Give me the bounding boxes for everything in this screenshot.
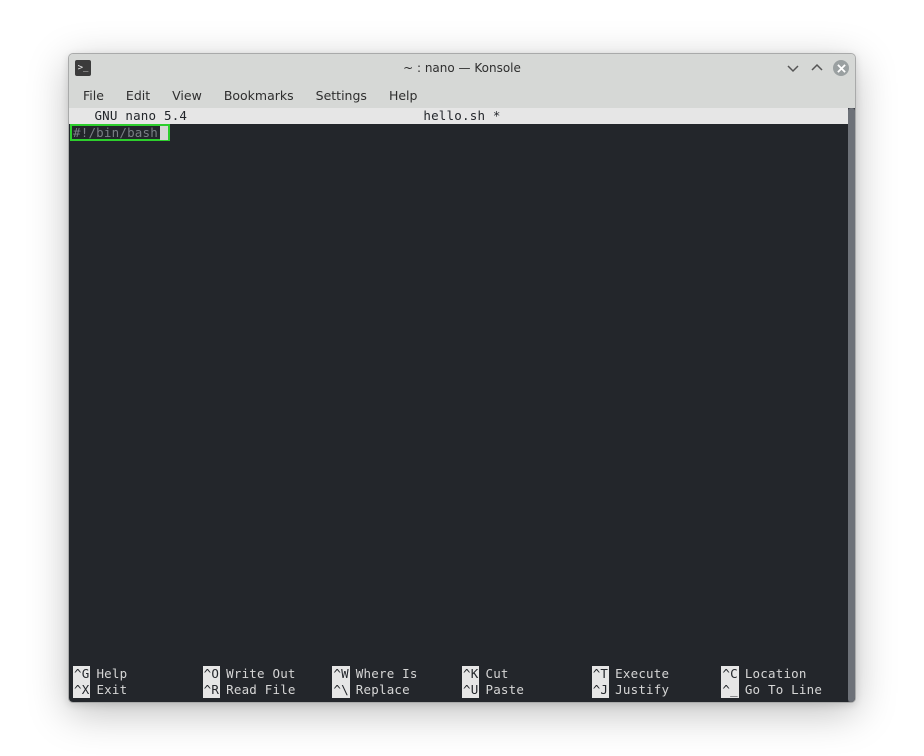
shortcut-replace: ^\Replace [332,682,462,698]
shortcut-cut: ^KCut [462,666,592,682]
text-cursor [160,126,168,140]
menu-settings[interactable]: Settings [306,85,377,106]
menu-file[interactable]: File [73,85,114,106]
menu-bookmarks[interactable]: Bookmarks [214,85,304,106]
menu-view[interactable]: View [162,85,212,106]
minimize-button[interactable] [785,60,801,76]
titlebar: >_ ~ : nano — Konsole [69,54,855,82]
scrollbar-thumb[interactable] [848,108,855,702]
highlighted-shebang-line: #!/bin/bash [70,124,170,141]
terminal-scrollbar[interactable] [848,108,855,702]
shortcut-exit: ^XExit [73,682,203,698]
shortcut-justify: ^JJustify [592,682,722,698]
nano-editor-area[interactable]: #!/bin/bash [69,124,855,665]
close-button[interactable] [833,60,849,76]
menu-edit[interactable]: Edit [116,85,160,106]
shortcut-execute: ^TExecute [592,666,722,682]
terminal-icon: >_ [75,60,91,76]
nano-shortcut-bar: ^GHelp ^OWrite Out ^WWhere Is ^KCut ^TEx… [69,665,855,702]
shortcut-row-2: ^XExit ^RRead File ^\Replace ^UPaste ^JJ… [73,682,851,698]
shortcut-location: ^CLocation [721,666,851,682]
shortcut-paste: ^UPaste [462,682,592,698]
editor-line-1: #!/bin/bash [72,125,159,141]
shortcut-readfile: ^RRead File [203,682,333,698]
nano-titlebar: GNU nano 5.4 hello.sh * [69,108,855,124]
shortcut-help: ^GHelp [73,666,203,682]
menu-help[interactable]: Help [379,85,428,106]
maximize-button[interactable] [809,60,825,76]
window-controls [785,60,849,76]
konsole-window: >_ ~ : nano — Konsole File Edit View Boo… [68,53,856,703]
terminal-view[interactable]: GNU nano 5.4 hello.sh * #!/bin/bash ^GHe… [69,108,855,702]
shortcut-writeout: ^OWrite Out [203,666,333,682]
shortcut-gotoline: ^_Go To Line [721,682,851,698]
menubar: File Edit View Bookmarks Settings Help [69,82,855,108]
shortcut-whereis: ^WWhere Is [332,666,462,682]
nano-filename: hello.sh * [69,108,855,124]
window-title: ~ : nano — Konsole [69,61,855,75]
shortcut-row-1: ^GHelp ^OWrite Out ^WWhere Is ^KCut ^TEx… [73,666,851,682]
